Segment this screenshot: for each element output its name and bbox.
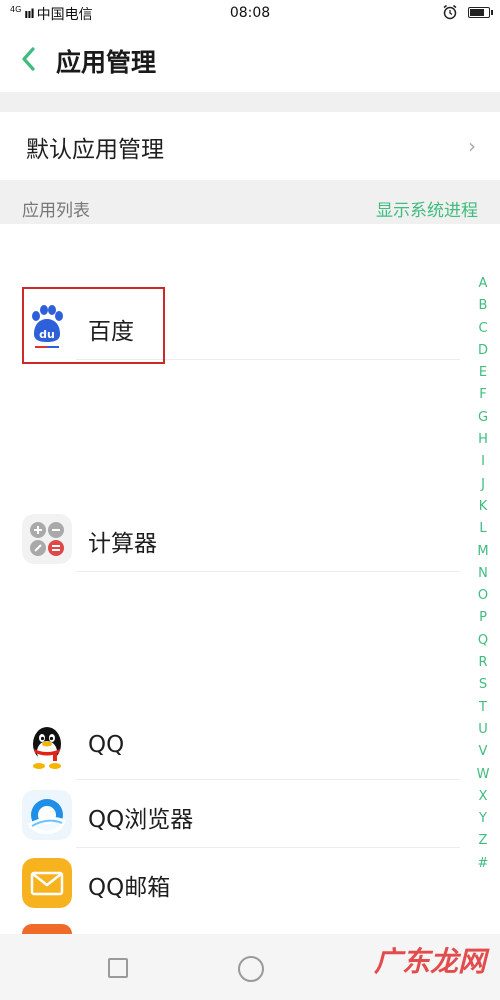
index-letter[interactable]: T bbox=[470, 697, 496, 719]
index-letter[interactable]: # bbox=[470, 853, 496, 875]
qq-penguin-icon bbox=[33, 727, 61, 769]
index-letter[interactable]: B bbox=[470, 295, 496, 317]
index-letter[interactable]: O bbox=[470, 585, 496, 607]
battery-icon bbox=[468, 6, 493, 18]
page-title: 应用管理 bbox=[56, 48, 157, 77]
index-letter[interactable]: C bbox=[470, 318, 496, 340]
status-right bbox=[442, 4, 493, 20]
home-icon[interactable] bbox=[238, 956, 264, 982]
divider bbox=[76, 779, 460, 780]
app-name: QQ邮箱 bbox=[88, 875, 171, 901]
divider bbox=[76, 571, 460, 572]
app-name: QQ浏览器 bbox=[88, 807, 194, 833]
chevron-right-icon: › bbox=[468, 134, 476, 158]
index-letter[interactable]: X bbox=[470, 786, 496, 808]
app-name: 计算器 bbox=[88, 531, 157, 557]
index-letter[interactable]: G bbox=[470, 407, 496, 429]
back-arrow-icon[interactable] bbox=[18, 46, 40, 72]
app-list-header: 应用列表 显示系统进程 bbox=[0, 180, 500, 224]
index-letter[interactable]: R bbox=[470, 652, 496, 674]
divider bbox=[76, 847, 460, 848]
index-letter[interactable]: F bbox=[470, 384, 496, 406]
app-row-calculator[interactable]: 计算器 bbox=[0, 506, 460, 572]
index-letter[interactable]: P bbox=[470, 607, 496, 629]
default-apps-label: 默认应用管理 bbox=[26, 137, 164, 163]
status-bar: 4G ııl 中国电信 08:08 bbox=[0, 0, 500, 28]
index-letter[interactable]: M bbox=[470, 541, 496, 563]
qq-mail-icon bbox=[22, 858, 72, 908]
qq-browser-icon bbox=[22, 790, 72, 840]
index-letter[interactable]: I bbox=[470, 451, 496, 473]
index-letter[interactable]: U bbox=[470, 719, 496, 741]
calculator-icon bbox=[22, 514, 72, 564]
separator bbox=[0, 92, 500, 112]
highlight-box bbox=[22, 287, 165, 364]
index-letter[interactable]: N bbox=[470, 563, 496, 585]
index-letter[interactable]: Y bbox=[470, 808, 496, 830]
index-letter[interactable]: S bbox=[470, 674, 496, 696]
index-letter[interactable]: V bbox=[470, 741, 496, 763]
index-letter[interactable]: E bbox=[470, 362, 496, 384]
index-letter[interactable]: D bbox=[470, 340, 496, 362]
status-time: 08:08 bbox=[229, 5, 271, 21]
alarm-icon bbox=[443, 4, 457, 20]
index-letter[interactable]: L bbox=[470, 518, 496, 540]
index-letter[interactable]: W bbox=[470, 764, 496, 786]
show-system-processes-link[interactable]: 显示系统进程 bbox=[376, 196, 478, 221]
index-letter[interactable]: Z bbox=[470, 830, 496, 852]
app-name: QQ bbox=[88, 732, 125, 758]
index-letter[interactable]: Q bbox=[470, 630, 496, 652]
app-list-title: 应用列表 bbox=[22, 201, 90, 221]
index-letter[interactable]: K bbox=[470, 496, 496, 518]
alphabet-index[interactable]: A B C D E F G H I J K L M N O P Q R S T U V W X Y Z # bbox=[470, 273, 496, 875]
app-row-qq[interactable]: QQ bbox=[0, 714, 460, 780]
partial-app-icon bbox=[22, 924, 72, 934]
index-letter[interactable]: H bbox=[470, 429, 496, 451]
index-letter[interactable]: A bbox=[470, 273, 496, 295]
header: 应用管理 bbox=[0, 28, 500, 92]
default-apps-row[interactable]: 默认应用管理 › bbox=[0, 112, 500, 178]
watermark: 广东龙网 bbox=[373, 945, 486, 978]
index-letter[interactable]: J bbox=[470, 474, 496, 496]
recent-apps-icon[interactable] bbox=[108, 958, 128, 978]
app-row-qq-browser[interactable]: QQ浏览器 bbox=[0, 782, 460, 848]
app-row-qq-mail[interactable]: QQ邮箱 bbox=[0, 850, 460, 916]
